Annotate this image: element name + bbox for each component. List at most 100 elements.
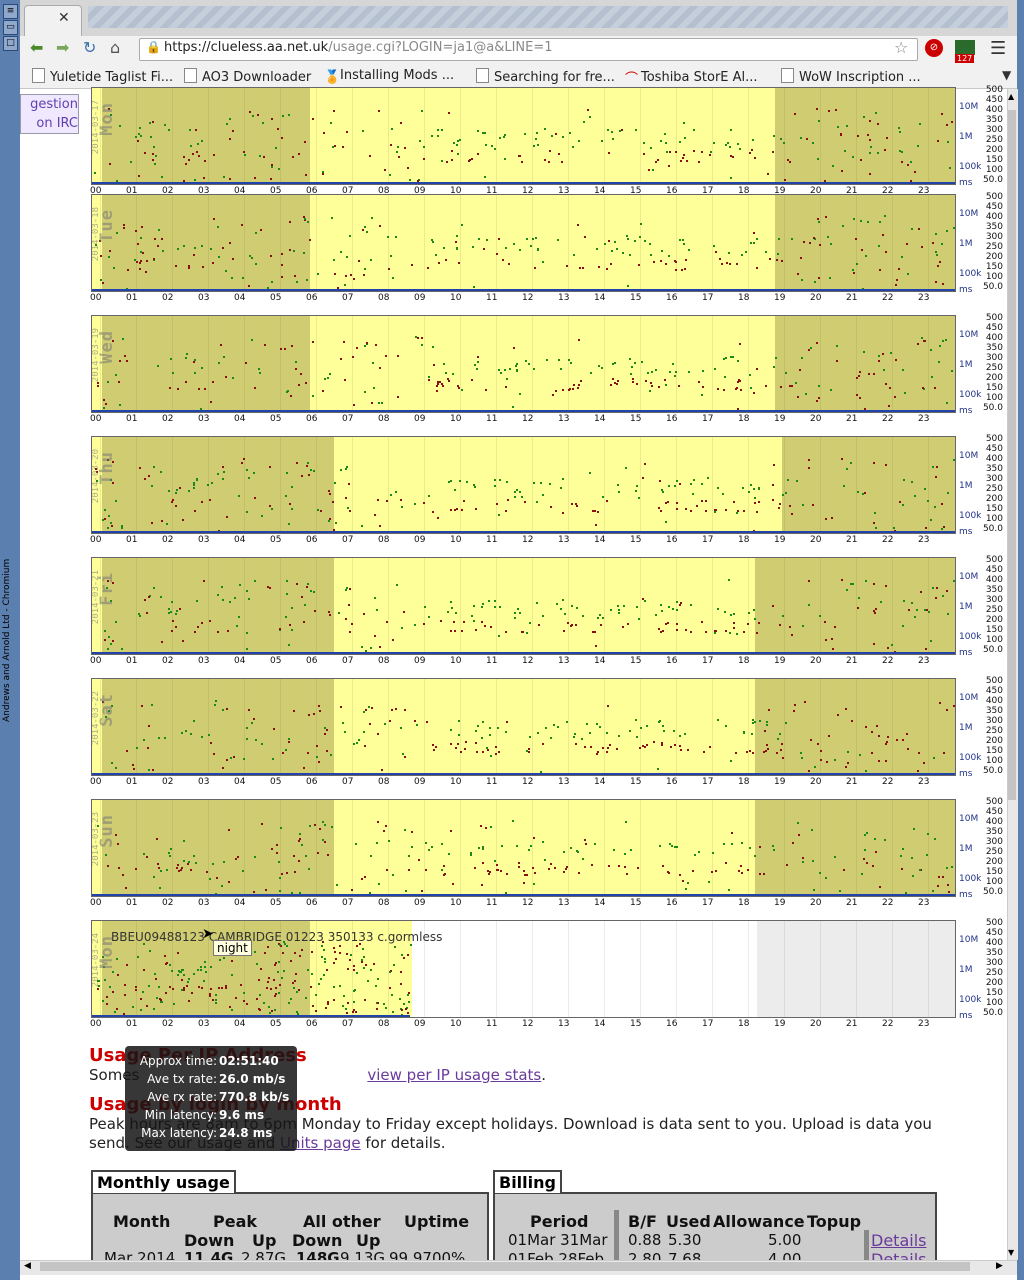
- window-menu-icon[interactable]: ≡: [3, 4, 18, 19]
- home-icon[interactable]: ⌂: [110, 38, 120, 57]
- reload-icon[interactable]: ↻: [83, 38, 96, 57]
- traffic-point: [187, 490, 190, 493]
- traffic-point: [817, 396, 820, 399]
- hour-label: 03: [198, 777, 210, 787]
- hour-label: 13: [558, 898, 570, 908]
- traffic-point: [733, 627, 736, 630]
- traffic-point: [684, 508, 687, 511]
- traffic-point: [135, 230, 138, 233]
- day-plot[interactable]: Tue 2014-03-18: [91, 194, 956, 292]
- bookmark-star-icon[interactable]: ☆: [894, 38, 908, 57]
- bookmark-item[interactable]: ⌒ Toshiba StorE Al...: [625, 68, 758, 87]
- day-plot[interactable]: Fri 2014-03-21: [91, 557, 956, 655]
- back-icon[interactable]: ⬅: [30, 38, 43, 57]
- traffic-point: [187, 861, 190, 864]
- traffic-point: [639, 236, 642, 239]
- traffic-point: [407, 167, 410, 170]
- day-plot[interactable]: Sun 2014-03-23: [91, 799, 956, 897]
- traffic-point: [561, 512, 564, 515]
- bookmark-item[interactable]: Searching for fre...: [476, 68, 615, 85]
- traffic-point: [104, 402, 107, 405]
- vertical-scroll-thumb[interactable]: [1008, 110, 1016, 800]
- irc-link-box[interactable]: gestion on IRC: [20, 94, 79, 134]
- day-chart[interactable]: Wed 2014-03-19 00 01 02 03 04 05 06 07 08 09 10 11 12 1…: [90, 313, 1003, 434]
- col-bf: B/F: [628, 1212, 657, 1231]
- traffic-point: [182, 840, 185, 843]
- day-plot[interactable]: Thu 2014-03-20: [91, 436, 956, 534]
- traffic-point: [676, 608, 679, 611]
- traffic-point: [477, 360, 480, 363]
- traffic-point: [526, 750, 529, 753]
- bookmarks-more-icon[interactable]: ▼: [1002, 68, 1011, 82]
- traffic-point: [107, 635, 110, 638]
- traffic-point: [435, 745, 438, 748]
- traffic-point: [179, 869, 182, 872]
- traffic-point: [578, 139, 581, 142]
- window-shade-icon[interactable]: ▭: [3, 20, 18, 35]
- traffic-point: [793, 704, 796, 707]
- day-chart[interactable]: Sun 2014-03-23 00 01 02 03 04 05 06 07 08 09 10 11 12 1…: [90, 797, 1003, 918]
- bookmark-item[interactable]: 🏅Installing Mods ...: [324, 68, 454, 85]
- traffic-point: [298, 833, 301, 836]
- tab-active[interactable]: [24, 5, 82, 37]
- day-plot[interactable]: Mon 2014-03-17: [91, 87, 956, 185]
- traffic-point: [503, 368, 506, 371]
- scroll-right-icon[interactable]: ▶: [996, 1261, 1003, 1271]
- day-chart[interactable]: Sat 2014-03-22 00 01 02 03 04 05 06 07 08 09 10 11 12 1…: [90, 676, 1003, 797]
- traffic-point: [917, 752, 920, 755]
- traffic-point: [231, 377, 234, 380]
- traffic-point: [244, 362, 247, 365]
- traffic-point: [108, 255, 111, 258]
- traffic-point: [730, 155, 733, 158]
- traffic-point: [105, 854, 108, 857]
- bookmark-item[interactable]: Yuletide Taglist Fi...: [32, 68, 173, 85]
- hour-label: 21: [846, 898, 858, 908]
- day-plot[interactable]: Wed 2014-03-19: [91, 315, 956, 413]
- traffic-point: [279, 876, 282, 879]
- traffic-point: [842, 225, 845, 228]
- adblock-extension-icon[interactable]: ⊘: [925, 39, 943, 57]
- day-plot[interactable]: Sat 2014-03-22: [91, 678, 956, 776]
- traffic-point: [280, 263, 283, 266]
- traffic-point: [331, 217, 334, 220]
- traffic-point: [785, 864, 788, 867]
- day-chart[interactable]: Mon 2014-03-17 00 01 02 03 04 05 06 07 08 09 10 11 12 1…: [90, 85, 1003, 206]
- url-text[interactable]: https://clueless.aa.net.uk/usage.cgi?LOG…: [164, 40, 553, 55]
- traffic-point: [910, 227, 913, 230]
- traffic-point: [485, 144, 488, 147]
- traffic-point: [523, 873, 526, 876]
- bookmark-item[interactable]: WoW Inscription ...: [781, 68, 921, 85]
- day-chart[interactable]: Fri 2014-03-21 00 01 02 03 04 05 06 07 08 09 10 11 12 1…: [90, 555, 1003, 676]
- forward-icon[interactable]: ➡: [56, 38, 69, 57]
- hour-label: 13: [558, 293, 570, 303]
- tab-close-icon[interactable]: ✕: [58, 10, 70, 26]
- scroll-down-icon[interactable]: ▼: [1008, 1248, 1014, 1257]
- traffic-point: [765, 723, 768, 726]
- bookmark-item[interactable]: AO3 Downloader: [184, 68, 311, 85]
- horizontal-scroll-thumb[interactable]: [40, 1262, 970, 1271]
- traffic-point: [477, 724, 480, 727]
- traffic-point: [636, 867, 639, 870]
- lock-icon[interactable]: 🔒: [146, 40, 161, 54]
- traffic-point: [504, 631, 507, 634]
- scroll-left-icon[interactable]: ◀: [24, 1261, 31, 1271]
- day-chart[interactable]: Thu 2014-03-20 00 01 02 03 04 05 06 07 08 09 10 11 12 1…: [90, 434, 1003, 555]
- traffic-point: [425, 869, 428, 872]
- details-link[interactable]: Details: [871, 1231, 926, 1250]
- traffic-point: [401, 752, 404, 755]
- traffic-point: [523, 882, 526, 885]
- browser-menu-icon[interactable]: ☰: [990, 38, 1006, 59]
- traffic-point: [484, 827, 487, 830]
- day-chart[interactable]: Tue 2014-03-18 00 01 02 03 04 05 06 07 08 09 10 11 12 1…: [90, 192, 1003, 313]
- traffic-point: [823, 620, 826, 623]
- per-ip-stats-link[interactable]: view per IP usage stats: [367, 1066, 541, 1084]
- traffic-point: [427, 267, 430, 270]
- latency-label: 200: [985, 145, 1003, 155]
- scroll-up-icon[interactable]: ▲: [1008, 92, 1014, 101]
- traffic-point: [281, 873, 284, 876]
- window-max-icon[interactable]: □: [3, 36, 18, 51]
- extension-icon[interactable]: [955, 40, 975, 55]
- traffic-point: [175, 626, 178, 629]
- traffic-point: [295, 367, 298, 370]
- traffic-point: [222, 471, 225, 474]
